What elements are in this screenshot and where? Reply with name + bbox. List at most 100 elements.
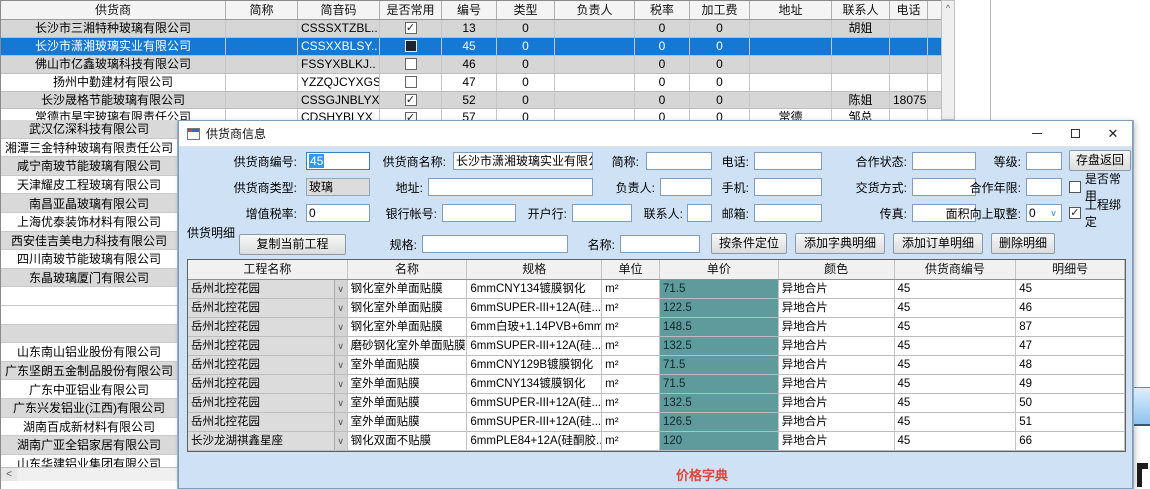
grid-row[interactable]: 岳州北控花园∨磨砂钢化室外单面贴膜6mmSUPER-III+12A(硅...m²… — [188, 337, 1125, 356]
email-input[interactable] — [754, 204, 822, 222]
suppliers-table[interactable]: 供货商简称简音码是否常用编号类型负责人税率加工费地址联系人电话长沙市三湘特种玻璃… — [0, 0, 941, 128]
grid-row[interactable]: 岳州北控花园∨钢化室外单面贴膜6mmCNY134镀膜钢化m²71.5异地合片45… — [188, 280, 1125, 299]
grid-row[interactable]: 岳州北控花园∨室外单面贴膜6mmCNY129B镀膜钢化m²71.5异地合片454… — [188, 356, 1125, 375]
copy-current-project-button[interactable]: 复制当前工程 — [239, 234, 346, 255]
delete-detail-button[interactable]: 删除明细 — [991, 233, 1055, 254]
chevron-down-icon[interactable]: ∨ — [334, 432, 347, 450]
close-button[interactable]: ✕ — [1094, 121, 1132, 146]
contact-input[interactable] — [687, 204, 712, 222]
list-item[interactable]: 湖南百成新材料有限公司 — [1, 418, 177, 437]
column-header[interactable]: 简音码 — [298, 1, 380, 19]
table-row[interactable]: 扬州中勤建材有限公司YZZQJCYXGS47000 — [1, 74, 941, 92]
grid-column-header[interactable]: 供货商编号 — [895, 260, 1017, 279]
grade-input[interactable] — [1026, 152, 1062, 170]
scroll-up-icon[interactable]: ^ — [942, 1, 954, 16]
grid-column-header[interactable]: 单位 — [602, 260, 660, 279]
grid-cell[interactable]: 岳州北控花园∨ — [188, 394, 348, 412]
table-row[interactable]: 佛山市亿鑫玻璃科技有限公司FSSYXBLKJ..46000 — [1, 56, 941, 74]
list-item[interactable] — [1, 306, 177, 325]
checkbox-icon[interactable] — [1069, 207, 1081, 219]
area-round-up-combobox[interactable]: 0 ∨ — [1026, 204, 1062, 222]
column-header[interactable]: 联系人 — [832, 1, 890, 19]
grid-cell[interactable]: 岳州北控花园∨ — [188, 375, 348, 393]
column-header[interactable]: 税率 — [635, 1, 690, 19]
list-item[interactable]: 咸宁南玻节能玻璃有限公司 — [1, 157, 177, 176]
supplier-no-input[interactable]: 45 — [306, 152, 370, 170]
chevron-down-icon[interactable]: ∨ — [334, 337, 347, 355]
grid-cell[interactable]: 岳州北控花园∨ — [188, 299, 348, 317]
scroll-left-icon[interactable]: < — [1, 468, 17, 481]
supply-detail-grid[interactable]: 工程名称名称规格单位单价颜色供货商编号明细号岳州北控花园∨钢化室外单面贴膜6mm… — [187, 259, 1126, 452]
table-row[interactable]: 长沙市三湘特种玻璃有限公司CSSSXTZBL..13000胡姐 — [1, 20, 941, 38]
common-use-checkbox[interactable] — [405, 22, 417, 34]
grid-column-header[interactable]: 明细号 — [1016, 260, 1125, 279]
bank-account-input[interactable] — [442, 204, 516, 222]
chevron-down-icon[interactable]: ∨ — [334, 356, 347, 374]
spec-filter-input[interactable] — [422, 235, 568, 253]
project-bind-checkbox[interactable]: 工程绑定 — [1069, 204, 1132, 222]
manager-input[interactable] — [660, 178, 712, 196]
grid-column-header[interactable]: 单价 — [660, 260, 779, 279]
chevron-down-icon[interactable]: ∨ — [1047, 206, 1060, 220]
add-dict-detail-button[interactable]: 添加字典明细 — [795, 233, 885, 254]
column-header[interactable]: 加工费 — [690, 1, 750, 19]
checkbox-icon[interactable] — [1069, 181, 1081, 193]
table-row[interactable]: 长沙市潇湘玻璃实业有限公司CSSXXBLSY..45000 — [1, 38, 941, 56]
common-use-checkbox[interactable] — [405, 40, 417, 52]
list-item[interactable]: 西安佳吉美电力科技有限公司 — [1, 232, 177, 251]
list-item[interactable]: 天津耀皮工程玻璃有限公司 — [1, 176, 177, 195]
save-return-button[interactable]: 存盘返回 — [1069, 150, 1131, 171]
supplier-name-list[interactable]: 武汉亿深科技有限公司湘潭三金特种玻璃有限责任公司咸宁南玻节能玻璃有限公司天津耀皮… — [0, 120, 178, 489]
grid-cell[interactable]: 长沙龙湖祺鑫星座∨ — [188, 432, 348, 450]
list-item[interactable]: 四川南玻节能玻璃有限公司 — [1, 250, 177, 269]
list-item[interactable]: 上海优泰装饰材料有限公司 — [1, 213, 177, 232]
grid-row[interactable]: 长沙龙湖祺鑫星座∨钢化双面不贴膜6mmPLE84+12A(硅酮胶...m²120… — [188, 432, 1125, 451]
list-item[interactable]: 武汉亿深科技有限公司 — [1, 120, 177, 139]
supplier-type-input[interactable]: 玻璃 — [306, 178, 370, 196]
grid-column-header[interactable]: 工程名称 — [188, 260, 348, 279]
list-item[interactable] — [1, 287, 177, 306]
list-item[interactable]: 广东坚朗五金制品股份有限公司 — [1, 362, 177, 381]
grid-cell[interactable]: 岳州北控花园∨ — [188, 318, 348, 336]
grid-row[interactable]: 岳州北控花园∨钢化室外单面贴膜6mmSUPER-III+12A(硅...m²12… — [188, 299, 1125, 318]
suppliers-table-vertical-scrollbar[interactable]: ^ — [941, 0, 955, 120]
add-order-detail-button[interactable]: 添加订单明细 — [893, 233, 983, 254]
list-horizontal-scrollbar[interactable]: < — [1, 467, 178, 481]
column-header[interactable]: 类型 — [497, 1, 555, 19]
chevron-down-icon[interactable]: ∨ — [334, 375, 347, 393]
column-header[interactable]: 电话 — [890, 1, 928, 19]
list-item[interactable]: 广东兴发铝业(江西)有限公司 — [1, 399, 177, 418]
coop-status-input[interactable] — [912, 152, 976, 170]
chevron-down-icon[interactable]: ∨ — [334, 394, 347, 412]
grid-row[interactable]: 岳州北控花园∨室外单面贴膜6mmSUPER-III+12A(硅...m²132.… — [188, 394, 1125, 413]
list-item[interactable]: 南昌亚晶玻璃有限公司 — [1, 194, 177, 213]
vat-rate-input[interactable]: 0 — [306, 204, 370, 222]
common-use-checkbox[interactable] — [405, 76, 417, 88]
chevron-down-icon[interactable]: ∨ — [334, 299, 347, 317]
list-item[interactable]: 湘潭三金特种玻璃有限责任公司 — [1, 139, 177, 158]
common-use-checkbox[interactable] — [405, 58, 417, 70]
chevron-down-icon[interactable]: ∨ — [334, 280, 347, 298]
bank-name-input[interactable] — [572, 204, 632, 222]
phone-input[interactable] — [754, 152, 822, 170]
short-name-input[interactable] — [646, 152, 712, 170]
address-input[interactable] — [428, 178, 593, 196]
column-header[interactable]: 编号 — [442, 1, 497, 19]
list-item[interactable] — [1, 325, 177, 344]
grid-row[interactable]: 岳州北控花园∨钢化室外单面贴膜6mm白玻+1.14PVB+6mm...m²148… — [188, 318, 1125, 337]
grid-cell[interactable]: 岳州北控花园∨ — [188, 280, 348, 298]
grid-column-header[interactable]: 颜色 — [779, 260, 895, 279]
name-filter-input[interactable] — [620, 235, 700, 253]
grid-cell[interactable]: 岳州北控花园∨ — [188, 337, 348, 355]
grid-cell[interactable]: 岳州北控花园∨ — [188, 413, 348, 431]
mobile-input[interactable] — [754, 178, 822, 196]
list-item[interactable]: 湖南广亚全铝家居有限公司 — [1, 436, 177, 455]
column-header[interactable]: 地址 — [750, 1, 832, 19]
coop-years-input[interactable] — [1026, 178, 1062, 196]
list-item[interactable]: 东晶玻璃厦门有限公司 — [1, 269, 177, 288]
chevron-down-icon[interactable]: ∨ — [334, 413, 347, 431]
grid-cell[interactable]: 岳州北控花园∨ — [188, 356, 348, 374]
common-use-checkbox[interactable] — [405, 94, 417, 106]
grid-row[interactable]: 岳州北控花园∨室外单面贴膜6mmSUPER-III+12A(硅...m²126.… — [188, 413, 1125, 432]
minimize-button[interactable] — [1018, 121, 1056, 146]
